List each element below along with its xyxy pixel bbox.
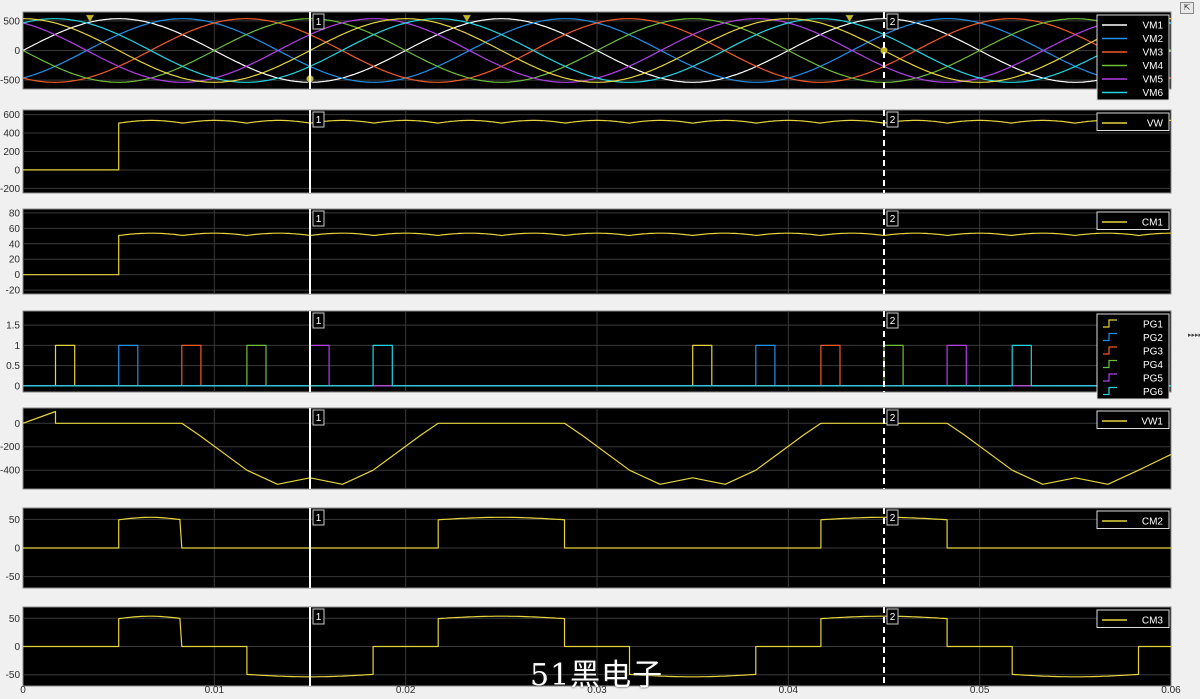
cursor-label: 2 [890,413,896,424]
panel-vw: 600 400 200 0 -200 1 2 VW [0,109,1172,195]
y-tick-label: 0 [14,165,20,176]
legend: CM3 [1096,609,1170,628]
cursor-label: 1 [316,17,322,28]
cursor-label: 1 [316,214,322,225]
y-tick-label: 600 [3,110,20,121]
x-tick-label: 0.01 [205,685,225,696]
legend-label: PG1 [1143,320,1163,331]
y-tick-label: -50 [6,670,21,681]
x-tick-label: 0.04 [779,685,799,696]
cursor-label: 2 [890,17,896,28]
legend-label: VM4 [1142,61,1163,72]
x-tick-label: 0 [20,685,26,696]
legend: VW1 [1096,410,1170,429]
y-tick-label: -200 [0,442,20,453]
panel-cm1: 80 60 40 20 0 -20 1 2 CM1 [6,208,1172,297]
y-tick-label: 20 [9,255,21,266]
y-tick-label: 1 [14,341,20,352]
panel-vw1: 0 -200 -400 1 2 VW1 [0,407,1172,490]
y-tick-label: 50 [9,614,21,625]
legend: VW [1096,112,1170,131]
y-tick-label: 500 [3,16,20,27]
legend-label: VM6 [1142,88,1163,99]
cursor-label: 1 [316,513,322,524]
y-tick-label: -50 [6,572,21,583]
legend-label: VM1 [1142,21,1163,32]
y-tick-label: 0.5 [6,361,20,372]
y-tick-label: 0 [14,419,20,430]
legend-label: VM2 [1142,34,1163,45]
legend-label: VW1 [1141,417,1163,428]
side-arrows-icon[interactable]: ▸▸▸▸▸▸ [1188,332,1200,339]
legend-label: VW [1147,119,1164,130]
legend: CM2 [1096,510,1170,529]
y-tick-label: -20 [6,286,21,297]
x-tick-label: 0.05 [970,685,990,696]
x-tick-label: 0.02 [396,685,416,696]
x-tick-label: 0.06 [1161,685,1181,696]
y-tick-label: 0 [14,46,20,57]
cursor-label: 2 [890,612,896,623]
legend-label: PG5 [1143,374,1163,385]
cursor-label: 1 [316,115,322,126]
cursor-label: 1 [316,316,322,327]
y-tick-label: 50 [9,515,21,526]
panel-cm2: 50 0 -50 1 2 CM2 [6,507,1172,589]
legend-label: CM3 [1142,616,1164,627]
y-tick-label: 0 [14,642,20,653]
cursor-label: 2 [890,115,896,126]
cursor-label: 2 [890,214,896,225]
cursor-label: 1 [316,413,322,424]
cursor-label: 1 [316,612,322,623]
y-tick-label: 1.5 [6,321,20,332]
y-tick-label: -500 [0,76,20,87]
legend-label: CM2 [1142,517,1164,528]
y-tick-label: -200 [0,184,20,195]
undock-icon[interactable]: ⇱ [1180,2,1194,14]
y-tick-label: 80 [9,208,21,219]
scope-figure: 5000-5001 2 VM1VM2VM3VM4VM5VM66004002000-2… [0,11,1181,696]
y-tick-label: 400 [3,129,20,140]
watermark: 51黑电子 [530,658,664,693]
y-tick-label: 60 [9,224,21,235]
y-tick-label: 40 [9,239,21,250]
legend: VM1 VM2 VM3 VM4 VM5 VM6 [1096,14,1170,101]
y-tick-label: 200 [3,147,20,158]
y-tick-label: 0 [14,544,20,555]
y-tick-label: -400 [0,466,20,477]
legend: CM1 [1096,211,1170,230]
y-tick-label: 0 [14,381,20,392]
legend-label: PG6 [1143,387,1163,398]
legend-label: CM1 [1142,218,1164,229]
legend-label: VM5 [1142,75,1163,86]
y-tick-label: 0 [14,270,20,281]
cursor-label: 2 [890,316,896,327]
legend-label: PG4 [1143,360,1163,371]
legend-label: PG2 [1143,333,1163,344]
cursor-label: 2 [890,513,896,524]
legend-label: PG3 [1143,347,1163,358]
legend-label: VM3 [1142,48,1163,59]
legend: PG1 PG2 PG3 PG4 PG5 PG6 [1096,313,1170,400]
panel-pg: 1.5 1 0.5 0 1 2 PG1 PG2 PG3 PG4 PG5 PG6 [6,310,1172,400]
panel-vm: 500 0 -500 1 2 VM1 VM2 VM3 VM4 VM5 VM6 [0,11,1172,101]
